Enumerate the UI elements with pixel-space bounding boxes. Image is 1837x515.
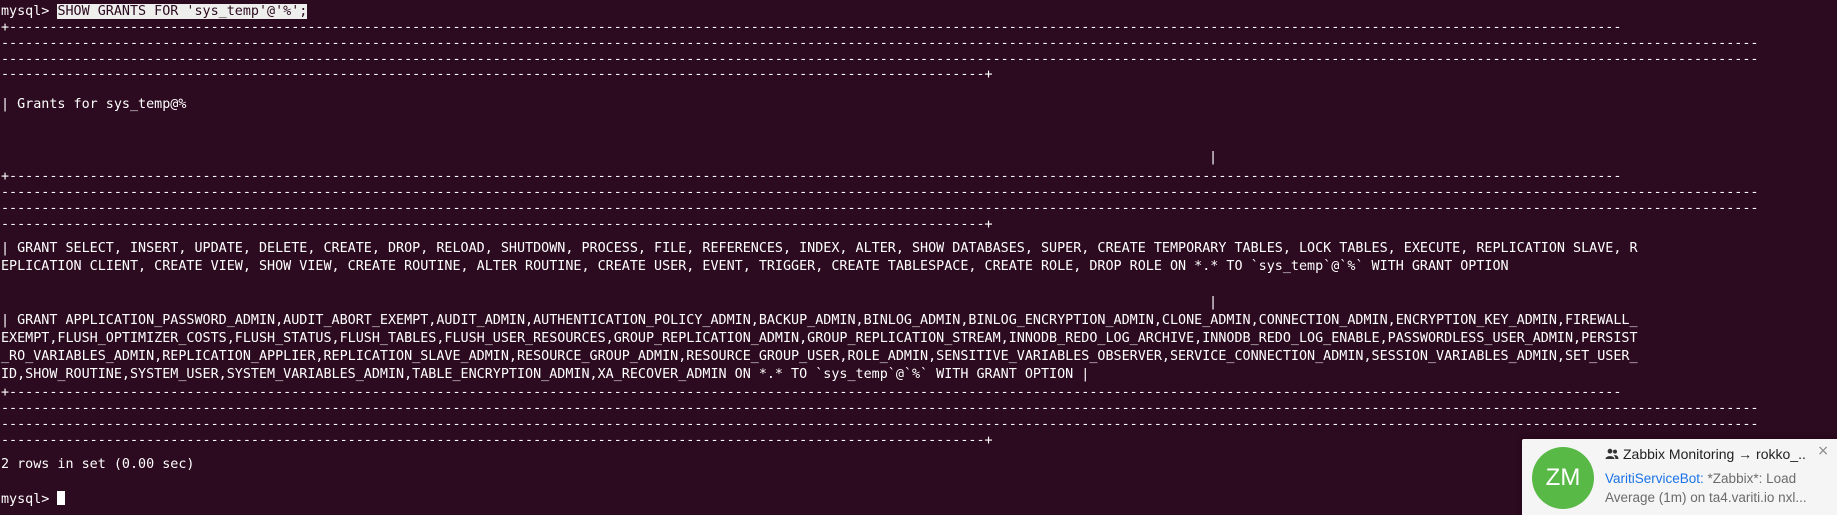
grant-row-1-line-1: | GRANT SELECT, INSERT, UPDATE, DELETE, …: [1, 241, 1638, 256]
highlighted-command: SHOW GRANTS FOR 'sys_temp'@'%';: [57, 4, 308, 19]
result-summary: 2 rows in set (0.00 sec): [1, 457, 195, 472]
grant-row-2-line-4: ID,SHOW_ROUTINE,SYSTEM_USER,SYSTEM_VARIA…: [1, 367, 1090, 382]
grant-row-1-pipe: |: [1209, 295, 1218, 310]
table-header: | Grants for sys_temp@%: [1, 97, 187, 112]
avatar: ZM: [1532, 447, 1594, 509]
notification-title-text: Zabbix Monitoring → rokko_...: [1623, 446, 1805, 462]
grant-row-2-line-3: _RO_VARIABLES_ADMIN,REPLICATION_APPLIER,…: [1, 349, 1638, 364]
terminal-window[interactable]: mysql> SHOW GRANTS FOR 'sys_temp'@'%'; +…: [0, 0, 1837, 515]
table-border-bottom-4: ----------------------------------------…: [1, 433, 993, 448]
text-cursor: [57, 491, 66, 505]
close-icon[interactable]: ×: [1817, 443, 1829, 459]
input-line[interactable]: mysql>: [1, 491, 66, 509]
grant-row-1-line-2: EPLICATION CLIENT, CREATE VIEW, SHOW VIE…: [1, 259, 1509, 274]
mysql-prompt: mysql>: [1, 492, 58, 507]
grant-row-2-line-2: EXEMPT,FLUSH_OPTIMIZER_COSTS,FLUSH_STATU…: [1, 331, 1638, 346]
mysql-prompt: mysql>: [1, 4, 58, 19]
table-border-top-4: ----------------------------------------…: [1, 67, 993, 82]
table-border-mid-4: ----------------------------------------…: [1, 217, 993, 232]
grant-row-2-line-1: | GRANT APPLICATION_PASSWORD_ADMIN,AUDIT…: [1, 313, 1638, 328]
group-chat-icon: [1605, 448, 1619, 459]
table-header-pipe: |: [1209, 150, 1218, 165]
notification-toast[interactable]: ZM Zabbix Monitoring → rokko_... × Varit…: [1522, 439, 1837, 515]
notification-message: VaritiServiceBot: *Zabbix*: Load Average…: [1605, 469, 1827, 509]
notification-sender: VaritiServiceBot:: [1605, 471, 1704, 486]
notification-title: Zabbix Monitoring → rokko_...: [1605, 446, 1805, 462]
